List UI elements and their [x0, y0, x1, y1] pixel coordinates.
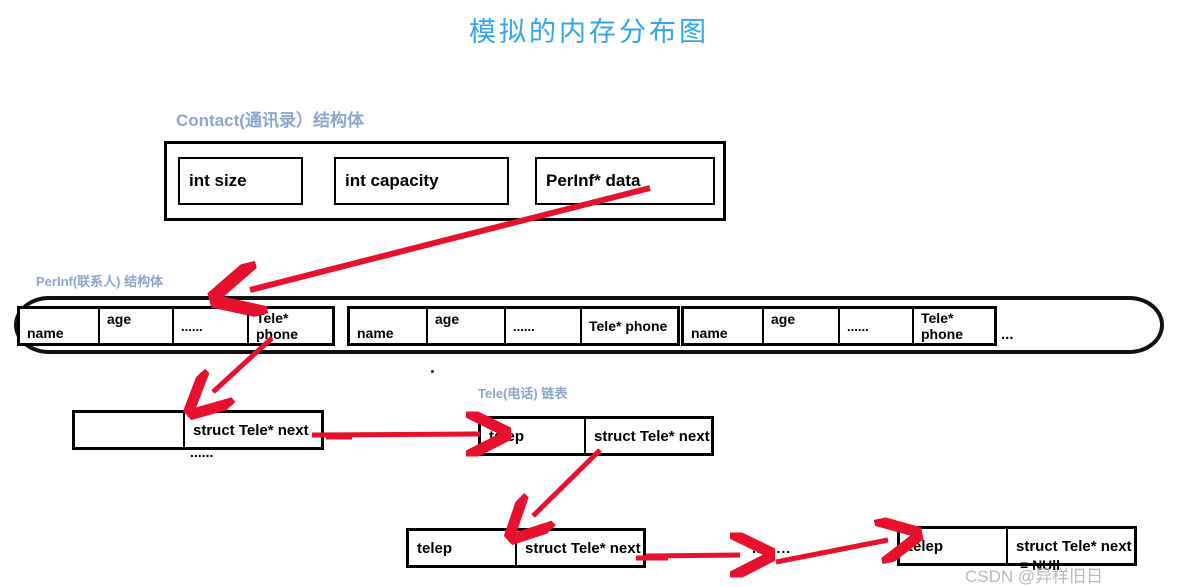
contact-struct-label: Contact(通讯录）结构体	[176, 111, 364, 130]
tele-node-head: telep	[481, 419, 586, 453]
tele-node-next: struct Tele* next	[185, 413, 321, 447]
perinf-field-phone-label: Tele* phone	[589, 318, 668, 334]
perinf-field-age: age	[100, 309, 174, 343]
tele-node: telep struct Tele* next	[897, 526, 1137, 566]
tele-node-head	[75, 413, 185, 447]
perinf-field-phone: Tele* phone	[914, 309, 994, 343]
perinf-field-age: age	[764, 309, 840, 343]
arrow-node2-to-node3	[533, 448, 602, 516]
perinf-field-name-label: name	[357, 325, 394, 341]
perinf-record: name age ...... Tele* phone	[17, 306, 335, 346]
perinf-field-more-label: ......	[513, 318, 535, 334]
perinf-field-name: name	[350, 309, 428, 343]
arrow-dots-to-node4	[775, 540, 888, 565]
perinf-struct-label: PerInf(联系人) 结构体	[36, 274, 164, 289]
csdn-watermark: CSDN @异样旧日	[965, 567, 1104, 586]
perinf-field-phone-label: Tele* phone	[921, 310, 963, 342]
perinf-field-age-label: age	[107, 311, 132, 327]
contact-field-data-label: PerInf* data	[546, 171, 641, 190]
contact-field-capacity: int capacity	[334, 157, 509, 205]
tele-node-head-label: telep	[908, 537, 944, 555]
diagram-canvas: 模拟的内存分布图 Contact(通讯录）结构体 int size int ca…	[0, 0, 1178, 587]
perinf-field-name: name	[684, 309, 764, 343]
tele-node-next: struct Tele* next	[586, 419, 711, 453]
contact-field-size: int size	[178, 157, 303, 205]
perinf-field-more: ......	[506, 309, 582, 343]
perinf-record: name age ...... Tele* phone	[347, 306, 680, 346]
tele-node-next-label: struct Tele* next	[525, 539, 641, 557]
perinf-field-age-label: age	[435, 311, 460, 327]
perinf-field-age: age	[428, 309, 506, 343]
tele-node-next: struct Tele* next	[517, 531, 643, 565]
arrow-node3-to-dots	[645, 555, 740, 556]
perinf-field-more-label: ......	[847, 318, 869, 334]
tele-node-next-label: struct Tele* next	[594, 427, 710, 445]
contact-field-size-label: int size	[189, 171, 247, 190]
perinf-field-more: ......	[840, 309, 914, 343]
perinf-field-more-label: ......	[181, 318, 203, 334]
tele-node-head-label: telep	[417, 539, 453, 557]
perinf-field-name: name	[20, 309, 100, 343]
arrow-node1-to-node2	[311, 434, 476, 435]
contact-field-capacity-label: int capacity	[345, 171, 439, 190]
perinf-field-phone: Tele* phone	[249, 309, 332, 343]
tele-node-head-label: telep	[489, 427, 525, 445]
contact-field-data: PerInf* data	[535, 157, 715, 205]
tele-node-head: telep	[900, 529, 1008, 563]
perinf-record: name age ...... Tele* phone	[681, 306, 997, 346]
page-title: 模拟的内存分布图	[469, 17, 709, 48]
tele-list-middle-dots: ........	[752, 540, 792, 556]
tele-list-label: Tele(电话) 链表	[478, 386, 568, 401]
perinf-field-age-label: age	[771, 311, 796, 327]
perinf-array-ellipsis: ...	[1001, 326, 1014, 343]
arrow-layer	[0, 185, 1178, 587]
tele-node: telep struct Tele* next	[478, 416, 714, 456]
tele-node-next-label: struct Tele* next	[193, 421, 309, 439]
tele-node-head: telep	[409, 531, 517, 565]
perinf-field-name-label: name	[27, 325, 64, 341]
tele-node-subtext: ......	[190, 444, 214, 460]
stray-dot-mark	[431, 370, 434, 373]
tele-node-next-label: struct Tele* next	[1016, 537, 1132, 555]
perinf-field-name-label: name	[691, 325, 728, 341]
contact-struct-box: int size int capacity PerInf* data	[164, 141, 726, 221]
perinf-field-more: ......	[174, 309, 249, 343]
tele-node: telep struct Tele* next	[406, 528, 646, 568]
perinf-field-phone: Tele* phone	[582, 309, 677, 343]
perinf-field-phone-label: Tele* phone	[256, 310, 298, 342]
